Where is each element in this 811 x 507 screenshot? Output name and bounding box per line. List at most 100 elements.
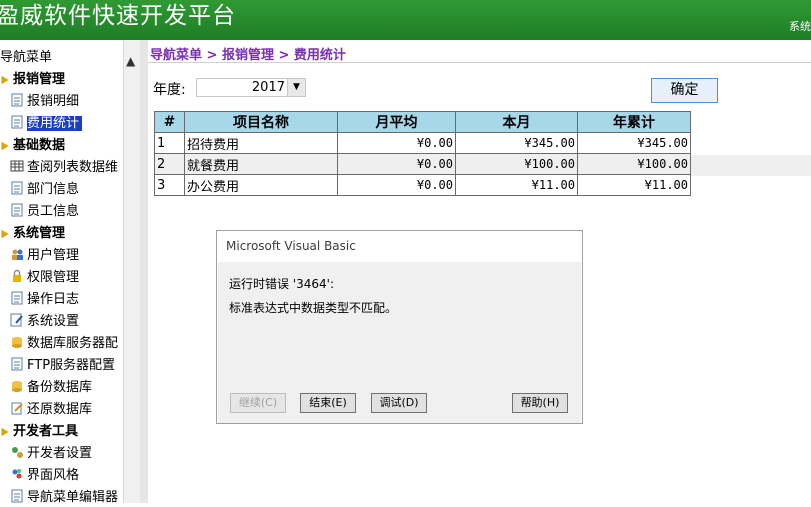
sidebar-item[interactable]: 数据库服务器配 bbox=[10, 332, 118, 352]
column-header: 本月 bbox=[455, 111, 578, 133]
cell-name: 招待费用 bbox=[184, 132, 338, 154]
year-value: 2017 bbox=[251, 80, 285, 95]
table-row[interactable]: 1 招待费用 ¥0.00 ¥345.00 ¥345.00 bbox=[154, 132, 691, 154]
sidebar-item-label: 权限管理 bbox=[27, 270, 80, 285]
sidebar-item[interactable]: 导航菜单编辑器 bbox=[10, 486, 118, 506]
document-icon bbox=[10, 93, 24, 107]
folder-icon bbox=[0, 140, 10, 154]
table-row[interactable]: 3 办公费用 ¥0.00 ¥11.00 ¥11.00 bbox=[154, 174, 691, 196]
sidebar-group[interactable]: 系统管理 bbox=[0, 222, 65, 242]
sidebar-item-label: 部门信息 bbox=[27, 182, 80, 197]
sidebar-item-label: 用户管理 bbox=[27, 248, 80, 263]
dialog-body: 运行时错误 '3464': 标准表达式中数据类型不匹配。 继续(C) 结束(E)… bbox=[218, 262, 581, 423]
sidebar-item[interactable]: 部门信息 bbox=[10, 178, 79, 198]
cell-ytd: ¥100.00 bbox=[577, 153, 691, 175]
help-button[interactable]: 帮助(H) bbox=[512, 393, 568, 413]
sidebar-item-label: 操作日志 bbox=[27, 292, 80, 307]
cell-ytd: ¥345.00 bbox=[577, 132, 691, 154]
document-icon bbox=[10, 181, 24, 195]
sidebar-item-label: 还原数据库 bbox=[27, 402, 93, 417]
sidebar-item[interactable]: 员工信息 bbox=[10, 200, 79, 220]
cell-this-month: ¥345.00 bbox=[455, 132, 578, 154]
sidebar-item[interactable]: 费用统计 bbox=[10, 112, 83, 132]
sidebar-item-label: 基础数据 bbox=[13, 138, 66, 153]
cell-monthly-avg: ¥0.00 bbox=[337, 132, 456, 154]
column-header: 年累计 bbox=[577, 111, 691, 133]
sidebar-item[interactable]: 备份数据库 bbox=[10, 376, 92, 396]
sidebar-item[interactable]: 报销明细 bbox=[10, 90, 79, 110]
cell-index: 2 bbox=[154, 153, 185, 175]
grid-icon bbox=[10, 159, 24, 173]
app-title: 盈威软件快速开发平台 bbox=[0, 3, 236, 29]
debug-button[interactable]: 调试(D) bbox=[371, 393, 427, 413]
cell-index: 1 bbox=[154, 132, 185, 154]
folder-icon bbox=[0, 74, 10, 88]
system-link[interactable]: 系统 bbox=[789, 18, 811, 34]
sidebar-item-label: 报销管理 bbox=[13, 72, 66, 87]
cell-name: 就餐费用 bbox=[184, 153, 338, 175]
document-icon bbox=[10, 357, 24, 371]
database-icon bbox=[10, 335, 24, 349]
table-row[interactable]: 2 就餐费用 ¥0.00 ¥100.00 ¥100.00 bbox=[154, 153, 691, 175]
sidebar-item[interactable]: 开发者设置 bbox=[10, 442, 92, 462]
splitter[interactable] bbox=[140, 40, 148, 503]
sidebar-item[interactable]: FTP服务器配置 bbox=[10, 354, 115, 374]
continue-button[interactable]: 继续(C) bbox=[230, 393, 286, 413]
column-header: 月平均 bbox=[337, 111, 456, 133]
sidebar-group[interactable]: 开发者工具 bbox=[0, 420, 78, 440]
sidebar-item-label: 开发者工具 bbox=[13, 424, 79, 439]
document-icon bbox=[10, 291, 24, 305]
confirm-button[interactable]: 确定 bbox=[651, 78, 718, 103]
lock-icon bbox=[10, 269, 24, 283]
document-icon bbox=[10, 203, 24, 217]
database-icon bbox=[10, 379, 24, 393]
users-icon bbox=[10, 247, 24, 261]
error-message-text: 标准表达式中数据类型不匹配。 bbox=[229, 301, 398, 315]
year-select[interactable]: 2017 ▼ bbox=[196, 78, 306, 97]
sidebar-item-label: 系统管理 bbox=[13, 226, 66, 241]
sidebar-item-label: 界面风格 bbox=[27, 468, 80, 483]
end-button[interactable]: 结束(E) bbox=[300, 393, 356, 413]
sidebar-item[interactable]: 查阅列表数据维 bbox=[10, 156, 118, 176]
cell-ytd: ¥11.00 bbox=[577, 174, 691, 196]
cell-this-month: ¥11.00 bbox=[455, 174, 578, 196]
settings-icon bbox=[10, 313, 24, 327]
style-icon bbox=[10, 467, 24, 481]
restore-icon bbox=[10, 401, 24, 415]
sidebar-item-label: 费用统计 bbox=[27, 116, 83, 131]
column-header: # bbox=[154, 111, 185, 133]
folder-icon bbox=[0, 228, 10, 242]
divider bbox=[148, 62, 811, 63]
sidebar-scrollbar[interactable]: ▲ bbox=[123, 40, 140, 503]
sidebar: 导航菜单 报销管理报销明细费用统计基础数据查阅列表数据维 部门信息员工信息系统管理… bbox=[0, 40, 140, 506]
sidebar-group[interactable]: 报销管理 bbox=[0, 68, 65, 88]
column-header: 项目名称 bbox=[184, 111, 338, 133]
error-code-text: 运行时错误 '3464': bbox=[229, 277, 334, 291]
cell-monthly-avg: ¥0.00 bbox=[337, 174, 456, 196]
gears-icon bbox=[10, 445, 24, 459]
sidebar-item-label: 系统设置 bbox=[27, 314, 80, 329]
sidebar-item[interactable]: 界面风格 bbox=[10, 464, 79, 484]
cell-monthly-avg: ¥0.00 bbox=[337, 153, 456, 175]
folder-icon bbox=[0, 426, 10, 440]
cell-index: 3 bbox=[154, 174, 185, 196]
sidebar-item-label: 查阅列表数据维 bbox=[27, 160, 119, 175]
sidebar-title: 导航菜单 bbox=[0, 50, 53, 65]
cell-this-month: ¥100.00 bbox=[455, 153, 578, 175]
sidebar-item[interactable]: 用户管理 bbox=[10, 244, 79, 264]
scroll-up-icon[interactable]: ▲ bbox=[126, 54, 135, 68]
chevron-down-icon[interactable]: ▼ bbox=[287, 79, 305, 96]
document-icon bbox=[10, 489, 24, 503]
sidebar-group[interactable]: 基础数据 bbox=[0, 134, 65, 154]
sidebar-item-label: 员工信息 bbox=[27, 204, 80, 219]
error-dialog: Microsoft Visual Basic 运行时错误 '3464': 标准表… bbox=[216, 230, 583, 424]
sidebar-item-label: 数据库服务器配 bbox=[27, 336, 119, 351]
sidebar-item[interactable]: 系统设置 bbox=[10, 310, 79, 330]
sidebar-item[interactable]: 还原数据库 bbox=[10, 398, 92, 418]
cell-name: 办公费用 bbox=[184, 174, 338, 196]
expense-table: # 项目名称 月平均 本月 年累计 1 招待费用 ¥0.00 ¥345.00 ¥… bbox=[154, 111, 691, 196]
sidebar-item[interactable]: 权限管理 bbox=[10, 266, 79, 286]
sidebar-item-label: FTP服务器配置 bbox=[27, 358, 116, 373]
sidebar-item-label: 备份数据库 bbox=[27, 380, 93, 395]
sidebar-item[interactable]: 操作日志 bbox=[10, 288, 79, 308]
